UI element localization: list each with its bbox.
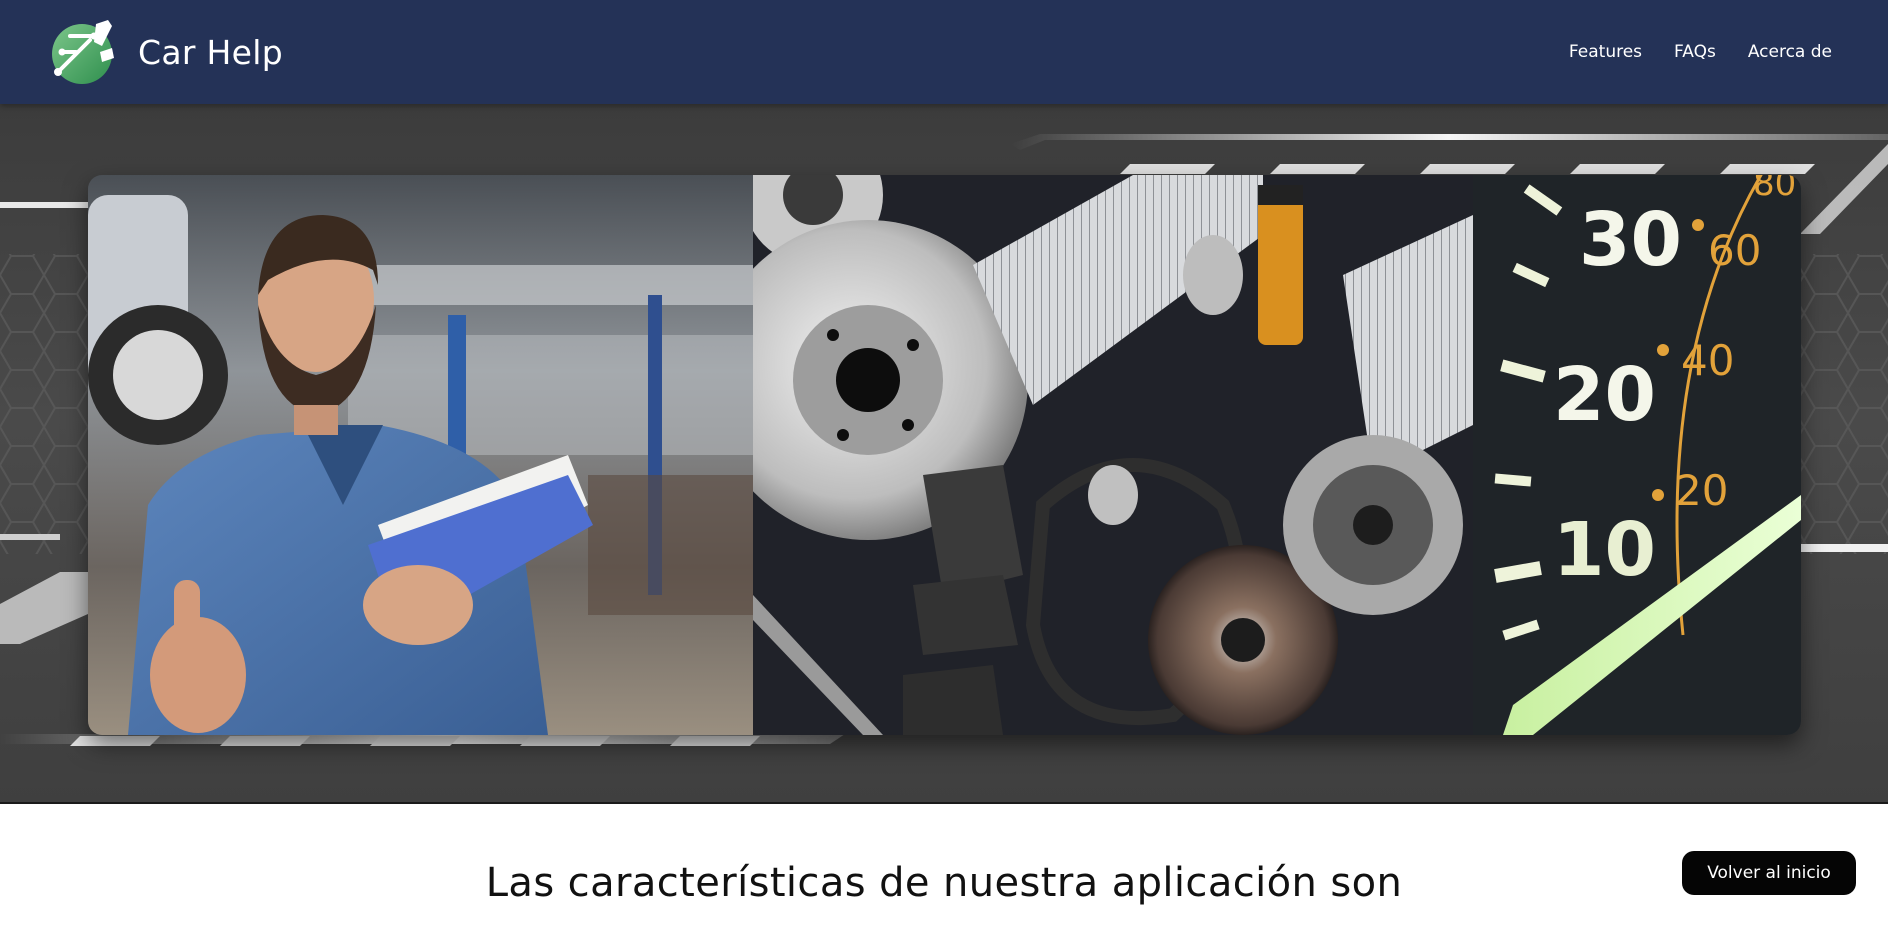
gauge-label-60: 60: [1708, 226, 1761, 275]
nav-item: FAQs: [1674, 42, 1716, 62]
back-to-top-button[interactable]: Volver al inicio: [1682, 851, 1856, 895]
hero-image-collage: 80 60 40 20 30 20 10: [88, 175, 1801, 735]
hero-banner: 80 60 40 20 30 20 10: [0, 104, 1888, 804]
gauge-label-80: 80: [1753, 175, 1796, 204]
nav-link-about[interactable]: Acerca de: [1748, 42, 1832, 62]
gauge-label-10: 10: [1553, 507, 1656, 593]
nav-link-features[interactable]: Features: [1569, 42, 1642, 62]
gauge-label-20-outer: 20: [1675, 466, 1728, 515]
features-heading: Las características de nuestra aplicació…: [485, 860, 1403, 906]
gauge-label-30: 30: [1579, 197, 1682, 283]
nav-item: Acerca de: [1748, 42, 1832, 62]
gauge-label-20: 20: [1553, 352, 1656, 438]
navbar: Car Help Features FAQs Acerca de: [0, 0, 1888, 104]
nav-link-faqs[interactable]: FAQs: [1674, 42, 1716, 62]
brand-name: Car Help: [138, 32, 283, 72]
wrench-circuit-logo-icon: [52, 20, 114, 84]
nav-links: Features FAQs Acerca de: [1569, 42, 1832, 62]
car-parts-image: [753, 175, 1473, 735]
brand-link[interactable]: Car Help: [50, 18, 283, 86]
features-section: Las características de nuestra aplicació…: [0, 804, 1888, 931]
mechanic-image: [88, 175, 753, 735]
speedometer-image: 80 60 40 20 30 20 10: [1473, 175, 1801, 735]
gauge-label-40: 40: [1681, 336, 1734, 385]
nav-item: Features: [1569, 42, 1642, 62]
